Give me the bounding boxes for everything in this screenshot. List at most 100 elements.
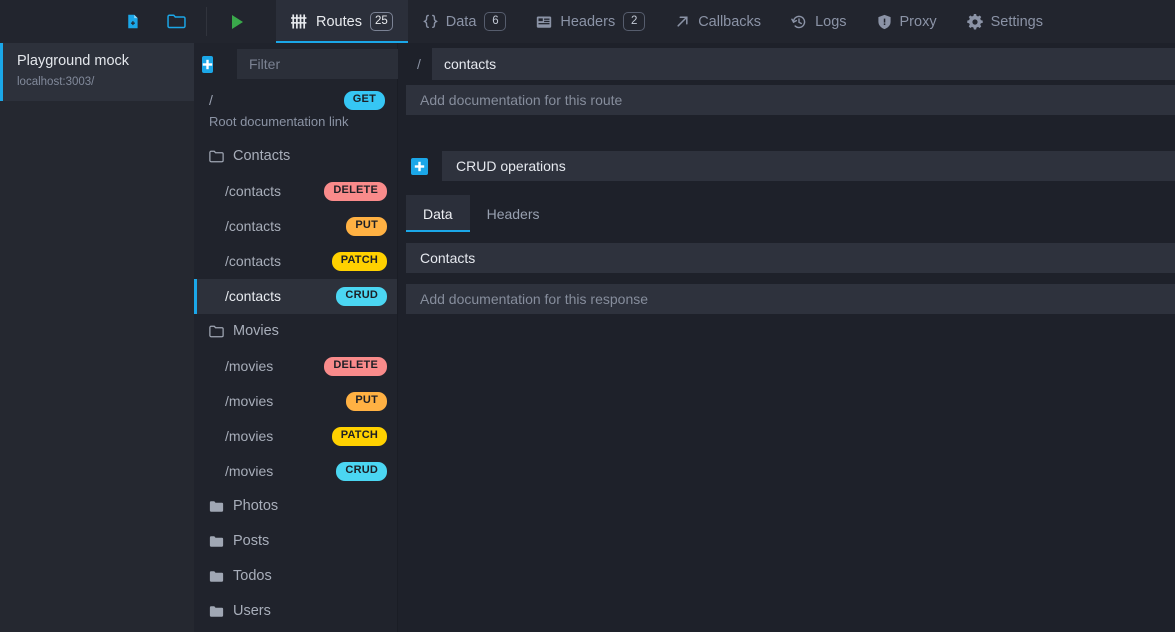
add-response-button[interactable] xyxy=(411,158,428,175)
route-item-path: /movies xyxy=(225,358,273,374)
route-item[interactable]: /movies PATCH xyxy=(194,419,397,454)
tab-headers-label: Headers xyxy=(560,14,615,30)
tab-headers[interactable]: Headers 2 xyxy=(521,0,660,43)
folder-item-label: Movies xyxy=(233,323,279,339)
route-documentation-input[interactable] xyxy=(406,85,1175,115)
routes-list[interactable]: / GET Root documentation link Contacts/c… xyxy=(194,85,397,632)
route-item-method-badge: PATCH xyxy=(332,427,387,446)
routes-icon xyxy=(291,14,308,29)
tab-logs[interactable]: Logs xyxy=(776,0,861,43)
environments-sidebar: Playground mock localhost:3003/ xyxy=(0,43,194,632)
route-item-method-badge: PUT xyxy=(346,217,387,236)
route-root-documentation: Root documentation link xyxy=(209,114,385,129)
crud-operations-input[interactable] xyxy=(442,151,1175,181)
tab-callbacks-label: Callbacks xyxy=(698,14,761,30)
folder-item-photos[interactable]: Photos xyxy=(194,489,397,524)
folder-open-icon xyxy=(209,150,224,163)
folder-item-label: Users xyxy=(233,603,271,619)
subtab-data[interactable]: Data xyxy=(406,195,470,232)
subtab-data-label: Data xyxy=(423,206,453,222)
add-route-button[interactable] xyxy=(202,56,213,73)
folder-item-label: Posts xyxy=(233,533,269,549)
new-file-icon[interactable] xyxy=(110,0,154,43)
route-path-input[interactable] xyxy=(432,48,1175,80)
route-root-method-badge: GET xyxy=(344,91,385,110)
routes-panel-header xyxy=(194,43,397,85)
detail-filler xyxy=(398,314,1175,632)
environment-url: localhost:3003/ xyxy=(17,75,180,90)
main-body: Playground mock localhost:3003/ xyxy=(0,43,1175,632)
tab-routes-badge: 25 xyxy=(370,12,393,31)
folder-item-movies[interactable]: Movies xyxy=(194,314,397,349)
detail-spacer xyxy=(398,116,1175,147)
tab-data[interactable]: Data 6 xyxy=(408,0,522,43)
data-bucket-input[interactable] xyxy=(406,243,1175,273)
folder-item-contacts[interactable]: Contacts xyxy=(194,139,397,174)
route-item-path: /movies xyxy=(225,393,273,409)
tab-routes-label: Routes xyxy=(316,14,362,30)
route-item[interactable]: /contacts PUT xyxy=(194,209,397,244)
route-item-path: /contacts xyxy=(225,253,281,269)
route-item-root[interactable]: / GET Root documentation link xyxy=(194,85,397,139)
route-item-path: /contacts xyxy=(225,183,281,199)
route-item[interactable]: /contacts DELETE xyxy=(194,174,397,209)
crud-operations-row xyxy=(398,147,1175,185)
route-item-method-badge: CRUD xyxy=(336,462,387,481)
toolbar-left-spacer xyxy=(0,0,110,43)
route-item-method-badge: DELETE xyxy=(324,182,387,201)
toolbar-divider xyxy=(206,7,207,36)
route-path-row: / xyxy=(398,43,1175,85)
subtab-headers[interactable]: Headers xyxy=(470,195,557,232)
response-documentation-input[interactable] xyxy=(406,284,1175,314)
open-folder-icon[interactable] xyxy=(154,0,198,43)
folder-item-users[interactable]: Users xyxy=(194,594,397,629)
tab-routes[interactable]: Routes 25 xyxy=(276,0,408,43)
tab-settings-label: Settings xyxy=(991,14,1043,30)
folder-open-icon xyxy=(209,325,224,338)
subtab-headers-label: Headers xyxy=(487,206,540,222)
environment-name: Playground mock xyxy=(17,52,180,71)
main-tabs: Routes 25 Data 6 xyxy=(276,0,1058,43)
folder-item-todos[interactable]: Todos xyxy=(194,559,397,594)
routes-panel: / GET Root documentation link Contacts/c… xyxy=(194,43,398,632)
headers-icon xyxy=(536,15,552,29)
mockoon-window: Routes 25 Data 6 xyxy=(0,0,1175,632)
folder-closed-icon xyxy=(209,605,224,618)
tab-data-label: Data xyxy=(446,14,477,30)
route-path-prefix: / xyxy=(406,43,432,85)
tab-settings[interactable]: Settings xyxy=(952,0,1058,43)
route-item-method-badge: CRUD xyxy=(336,287,387,306)
tab-proxy[interactable]: Proxy xyxy=(862,0,952,43)
folder-item-posts[interactable]: Posts xyxy=(194,524,397,559)
data-bucket-wrap xyxy=(398,243,1175,273)
route-item-path: /movies xyxy=(225,463,273,479)
history-icon xyxy=(791,14,807,30)
play-icon[interactable] xyxy=(215,0,259,43)
route-item-path: /contacts xyxy=(225,218,281,234)
tab-callbacks[interactable]: Callbacks xyxy=(660,0,776,43)
gear-icon xyxy=(967,14,983,30)
shield-icon xyxy=(877,14,892,30)
environment-item-playground-mock[interactable]: Playground mock localhost:3003/ xyxy=(0,43,194,101)
tab-proxy-label: Proxy xyxy=(900,14,937,30)
route-item-method-badge: PATCH xyxy=(332,252,387,271)
route-item-path: /contacts xyxy=(225,288,281,304)
route-documentation-wrap xyxy=(398,85,1175,115)
folder-item-label: Contacts xyxy=(233,148,290,164)
route-item-method-badge: PUT xyxy=(346,392,387,411)
route-item[interactable]: /movies PUT xyxy=(194,384,397,419)
route-item[interactable]: /movies CRUD xyxy=(194,454,397,489)
route-item-path: /movies xyxy=(225,428,273,444)
tab-headers-badge: 2 xyxy=(623,12,645,31)
folder-closed-icon xyxy=(209,535,224,548)
route-item-selected[interactable]: /contacts CRUD xyxy=(194,279,397,314)
route-item[interactable]: /moviesDELETE xyxy=(194,349,397,384)
response-documentation-wrap xyxy=(398,284,1175,314)
top-toolbar: Routes 25 Data 6 xyxy=(0,0,1175,43)
braces-icon xyxy=(423,14,438,29)
response-subtabs: Data Headers xyxy=(398,195,1175,232)
route-detail-panel: / Data xyxy=(398,43,1175,632)
folder-item-label: Photos xyxy=(233,498,278,514)
route-item[interactable]: /contacts PATCH xyxy=(194,244,397,279)
folder-item-label: Todos xyxy=(233,568,272,584)
